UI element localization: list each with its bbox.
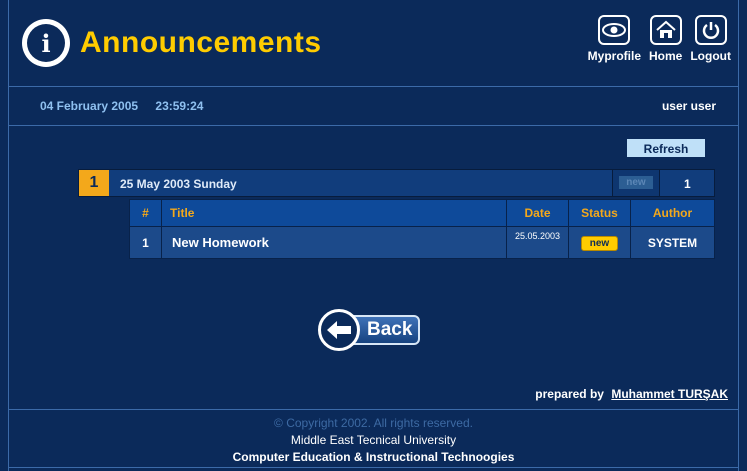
table-header-row: # Title Date Status Author <box>129 199 715 227</box>
refresh-button[interactable]: Refresh <box>627 139 705 157</box>
back-arrow-icon <box>318 309 360 351</box>
copyright-text: © Copyright 2002. All rights reserved. <box>274 416 473 430</box>
day-label: 25 May 2003 Sunday <box>120 177 237 191</box>
department-name: Computer Education & Instructional Techn… <box>232 450 515 464</box>
prepared-by: prepared by Muhammet TURŞAK <box>535 387 728 401</box>
nav-home[interactable]: Home <box>649 15 682 63</box>
page-title: Announcements <box>80 26 322 59</box>
header-divider <box>8 86 739 87</box>
row-num: 1 <box>129 226 162 259</box>
current-date: 04 February 2005 <box>40 99 139 113</box>
nav-myprofile[interactable]: Myprofile <box>588 15 641 63</box>
row-title-link[interactable]: New Homework <box>161 226 507 259</box>
day-index: 1 <box>79 170 109 196</box>
row-date: 25.05.2003 <box>506 226 569 259</box>
info-divider <box>8 125 739 126</box>
col-author-header: Author <box>630 199 715 227</box>
day-new-indicator: new <box>612 170 660 196</box>
footer-divider <box>8 409 739 410</box>
nav-logout[interactable]: Logout <box>690 15 731 63</box>
row-status: new <box>568 226 631 259</box>
home-icon <box>649 15 682 45</box>
col-date-header: Date <box>506 199 569 227</box>
table-row[interactable]: 1 New Homework 25.05.2003 new SYSTEM <box>129 226 715 259</box>
logo-icon: i <box>22 19 70 67</box>
back-label: Back <box>367 319 413 340</box>
nav-myprofile-label: Myprofile <box>587 49 641 63</box>
prepared-author-link[interactable]: Muhammet TURŞAK <box>611 387 728 401</box>
nav-home-label: Home <box>649 49 683 63</box>
day-new-badge: new <box>619 176 653 189</box>
prepared-prefix: prepared by <box>535 387 604 401</box>
day-group-row[interactable]: 1 25 May 2003 Sunday new 1 <box>78 169 715 197</box>
col-status-header: Status <box>568 199 631 227</box>
back-button[interactable]: Back <box>318 309 422 351</box>
col-num-header: # <box>129 199 162 227</box>
day-count: 1 <box>684 177 691 191</box>
col-title-header: Title <box>161 199 507 227</box>
footer: © Copyright 2002. All rights reserved. M… <box>8 415 739 466</box>
eye-icon <box>598 15 631 45</box>
current-time: 23:59:24 <box>155 99 204 113</box>
announcements-table: # Title Date Status Author 1 New Homewor… <box>129 199 715 259</box>
bottom-divider <box>8 467 739 468</box>
datetime: 04 February 2005 23:59:24 <box>40 99 217 113</box>
row-author: SYSTEM <box>630 226 715 259</box>
top-nav: Myprofile Home Logout <box>588 15 731 63</box>
status-badge: new <box>580 235 619 251</box>
nav-logout-label: Logout <box>690 49 731 63</box>
power-icon <box>694 15 727 45</box>
user-name: user user <box>661 99 716 113</box>
university-name: Middle East Tecnical University <box>290 433 457 447</box>
